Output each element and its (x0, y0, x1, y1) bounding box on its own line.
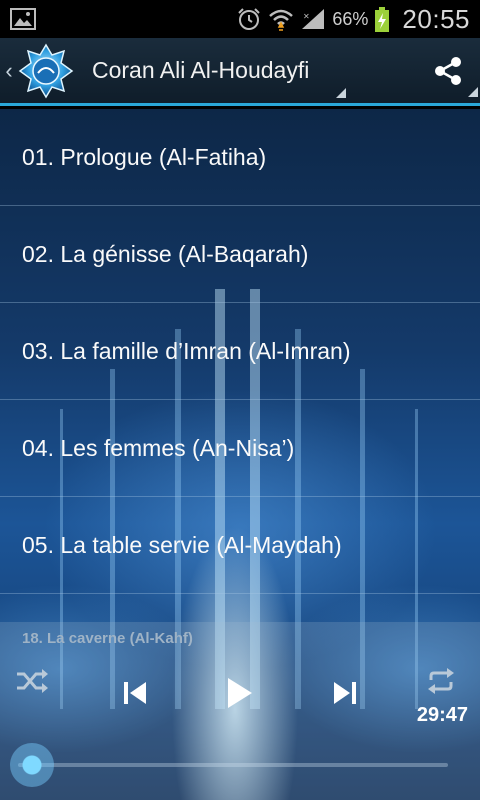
seek-handle[interactable] (10, 743, 54, 787)
track-item[interactable]: 05. La table servie (Al-Maydah) (0, 497, 480, 594)
status-bar: ✕ 66% 20:55 (0, 0, 480, 38)
previous-icon (124, 682, 146, 704)
svg-text:✕: ✕ (303, 12, 310, 21)
repeat-icon (428, 668, 454, 694)
next-button[interactable] (328, 676, 362, 710)
seek-bar[interactable] (18, 763, 448, 767)
gallery-notification-icon (10, 7, 36, 31)
play-icon (228, 678, 252, 708)
track-label: 03. La famille d’Imran (Al-Imran) (22, 337, 351, 364)
track-list: 01. Prologue (Al-Fatiha) 02. La génisse … (0, 109, 480, 594)
up-navigation[interactable]: ‹ (2, 58, 16, 84)
app-logo-icon[interactable] (18, 43, 74, 99)
track-item[interactable]: 01. Prologue (Al-Fatiha) (0, 109, 480, 206)
track-label: 05. La table servie (Al-Maydah) (22, 531, 342, 558)
share-icon (435, 56, 461, 85)
overflow-indicator (468, 86, 478, 97)
repeat-button[interactable] (424, 666, 458, 696)
shuffle-icon (17, 669, 48, 693)
title-spinner-indicator (336, 88, 346, 98)
track-label: 02. La génisse (Al-Baqarah) (22, 240, 309, 267)
app-title: Coran Ali Al-Houdayfi (92, 57, 310, 83)
track-item[interactable]: 02. La génisse (Al-Baqarah) (0, 206, 480, 303)
play-button[interactable] (218, 672, 260, 714)
previous-button[interactable] (118, 676, 152, 710)
remaining-time: 29:47 (416, 704, 468, 726)
share-button[interactable] (416, 39, 480, 103)
alarm-icon (236, 7, 262, 31)
battery-percent: 66% (332, 8, 369, 29)
track-item[interactable]: 03. La famille d’Imran (Al-Imran) (0, 303, 480, 400)
signal-icon: ✕ (300, 7, 326, 31)
now-playing-title: 18. La caverne (Al-Kahf) (22, 630, 193, 647)
shuffle-button[interactable] (14, 666, 50, 696)
track-item[interactable]: 04. Les femmes (An-Nisa’) (0, 400, 480, 497)
action-bar: ‹ Coran Ali Al-Houdayfi (0, 38, 480, 106)
status-time: 20:55 (402, 3, 470, 34)
battery-charging-icon (374, 7, 390, 32)
player-panel: 18. La caverne (Al-Kahf) 29:47 (0, 622, 480, 800)
next-icon (334, 682, 356, 704)
track-label: 01. Prologue (Al-Fatiha) (22, 143, 267, 170)
track-label: 04. Les femmes (An-Nisa’) (22, 434, 295, 461)
wifi-icon (268, 7, 294, 31)
